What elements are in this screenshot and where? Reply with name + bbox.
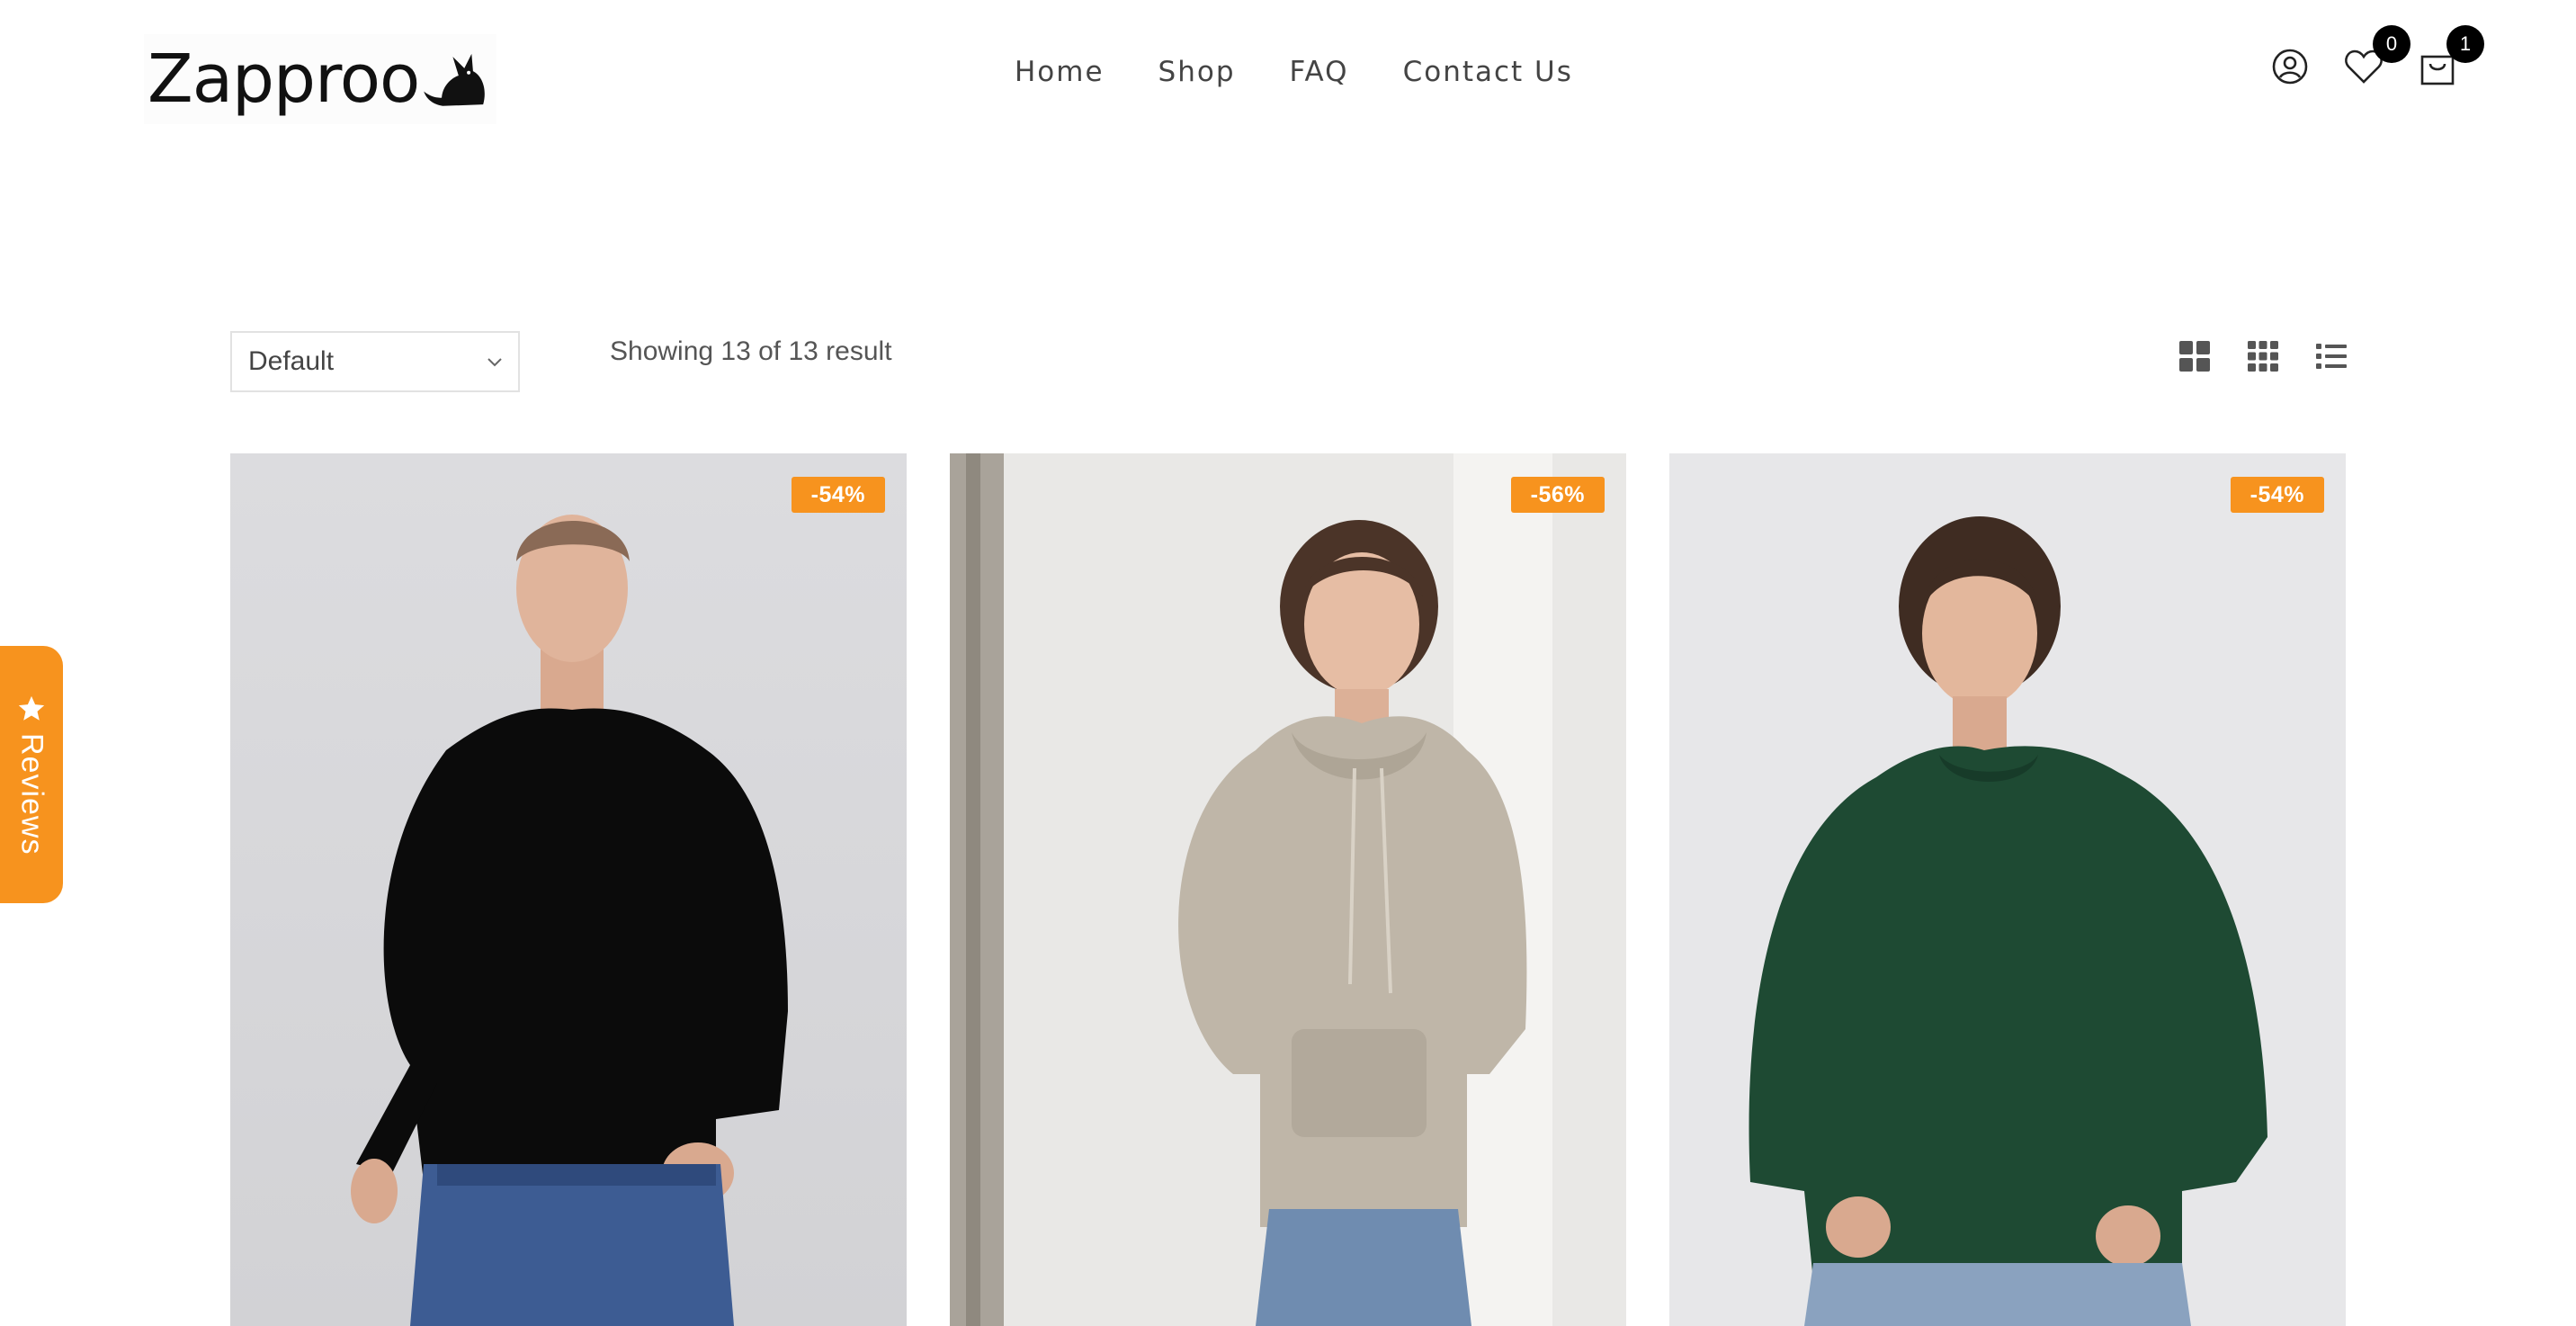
- brand-name: Zapproo: [148, 40, 420, 118]
- chevron-down-icon: [487, 358, 502, 367]
- discount-badge: -54%: [791, 477, 885, 513]
- header-actions: 0 1: [2268, 25, 2484, 88]
- view-switcher: [2178, 340, 2348, 372]
- discount-badge: -54%: [2230, 477, 2324, 513]
- sort-selected-value: Default: [248, 346, 335, 376]
- wishlist-button[interactable]: 0: [2342, 25, 2411, 88]
- fox-logo-icon: [424, 53, 486, 106]
- product-image: [950, 453, 1626, 1326]
- shop-toolbar: Default Showing 13 of 13 result: [230, 331, 2348, 392]
- nav-faq[interactable]: FAQ: [1290, 56, 1349, 88]
- nav-contact-us[interactable]: Contact Us: [1403, 56, 1573, 88]
- account-button[interactable]: [2268, 45, 2312, 88]
- reviews-tab[interactable]: Reviews: [0, 646, 63, 903]
- product-image: [230, 453, 907, 1326]
- sort-select[interactable]: Default: [230, 331, 520, 392]
- list-icon[interactable]: [2315, 340, 2348, 372]
- product-grid: -54% -56% -54%: [230, 453, 2346, 1326]
- cart-button[interactable]: 1: [2416, 25, 2484, 88]
- user-circle-icon: [2272, 49, 2308, 85]
- discount-badge: -56%: [1510, 477, 1605, 513]
- nav-home[interactable]: Home: [1015, 56, 1105, 88]
- result-count: Showing 13 of 13 result: [610, 336, 892, 366]
- cart-count-badge: 1: [2446, 25, 2484, 63]
- brand-logo[interactable]: Zapproo: [144, 34, 496, 124]
- reviews-label: Reviews: [14, 733, 49, 856]
- site-header: Zapproo Home Shop FAQ Contact Us 0 1: [0, 0, 2576, 153]
- product-card[interactable]: -54%: [1669, 453, 2346, 1326]
- product-card[interactable]: -56%: [950, 453, 1626, 1326]
- grid-2-icon[interactable]: [2178, 340, 2211, 372]
- wishlist-count-badge: 0: [2373, 25, 2411, 63]
- grid-3-icon[interactable]: [2247, 340, 2279, 372]
- main-nav: Home Shop FAQ Contact Us: [1015, 56, 1573, 88]
- star-icon: [18, 696, 45, 721]
- product-image: [1669, 453, 2346, 1326]
- product-card[interactable]: -54%: [230, 453, 907, 1326]
- nav-shop[interactable]: Shop: [1158, 56, 1236, 88]
